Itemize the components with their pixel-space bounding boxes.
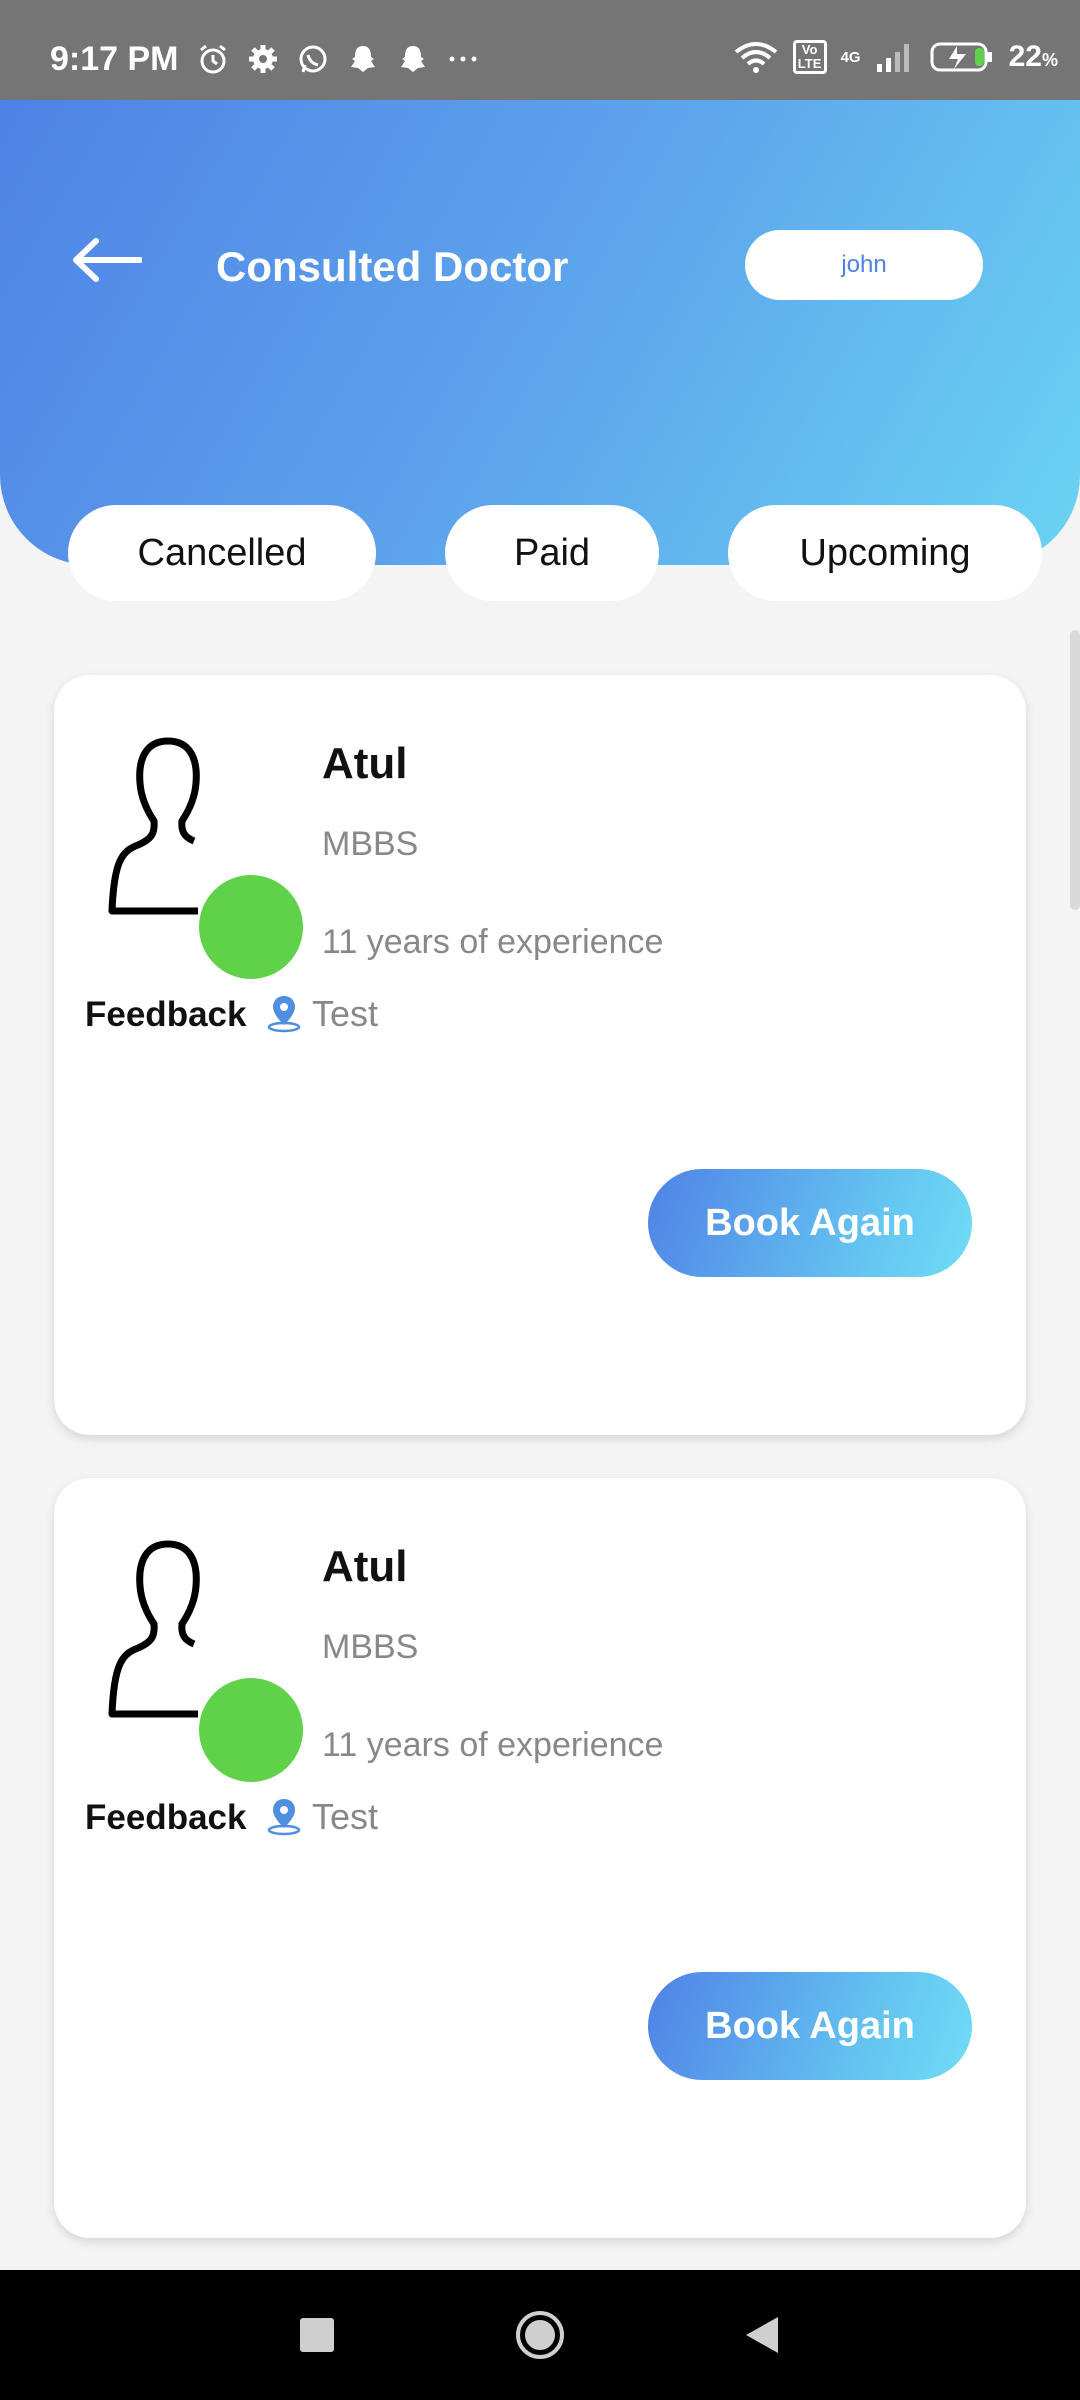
recents-icon[interactable] (300, 2318, 334, 2352)
book-again-button[interactable]: Book Again (648, 1169, 972, 1277)
location-pin-icon (267, 1799, 301, 1836)
battery-icon (930, 42, 992, 72)
doctor-name: Atul (322, 739, 408, 788)
wifi-icon (734, 42, 777, 73)
battery-level: 22% (1008, 40, 1058, 73)
doctor-degree: MBBS (322, 1628, 419, 1666)
location-pin-icon (267, 996, 301, 1033)
whatsapp-icon (299, 45, 327, 73)
feedback-link[interactable]: Feedback (85, 995, 246, 1035)
doctor-location: Test (312, 993, 379, 1034)
doctor-card: Atul MBBS 11 years of experience Feedbac… (54, 675, 1026, 1435)
tab-upcoming[interactable]: Upcoming (728, 505, 1042, 601)
online-status-dot (199, 875, 303, 979)
header: Consulted Doctor john (0, 100, 1080, 565)
page-title: Consulted Doctor (216, 243, 569, 290)
snapchat-icon (351, 46, 375, 72)
tab-paid[interactable]: Paid (445, 505, 659, 601)
home-icon[interactable] (515, 2310, 565, 2360)
notification-icons (196, 42, 480, 76)
feedback-link[interactable]: Feedback (85, 1798, 246, 1838)
snapchat-icon (401, 46, 425, 72)
doctor-location: Test (312, 1796, 379, 1837)
user-pill[interactable]: john (745, 230, 983, 300)
volte-badge: Vo LTE (792, 40, 827, 74)
doctor-card: Atul MBBS 11 years of experience Feedbac… (54, 1478, 1026, 2238)
status-time: 9:17 PM (50, 40, 179, 78)
status-bar: 9:17 PM Vo LTE 4G 22% (0, 0, 1080, 100)
back-arrow-icon[interactable] (70, 235, 142, 285)
scrollbar[interactable] (1070, 630, 1080, 910)
tab-cancelled[interactable]: Cancelled (68, 505, 376, 601)
online-status-dot (199, 1678, 303, 1782)
doctor-experience: 11 years of experience (322, 1726, 664, 1764)
alarm-icon (200, 44, 226, 74)
more-dots-icon (449, 56, 477, 62)
back-triangle-icon[interactable] (742, 2314, 780, 2356)
doctor-experience: 11 years of experience (322, 923, 664, 961)
signal-icon (876, 44, 909, 72)
settings-icon (249, 45, 277, 73)
doctor-name: Atul (322, 1542, 408, 1591)
network-type: 4G (840, 48, 861, 66)
system-icons: Vo LTE 4G 22% (733, 40, 1058, 74)
book-again-button[interactable]: Book Again (648, 1972, 972, 2080)
system-nav-bar (0, 2270, 1080, 2400)
doctor-degree: MBBS (322, 825, 419, 863)
